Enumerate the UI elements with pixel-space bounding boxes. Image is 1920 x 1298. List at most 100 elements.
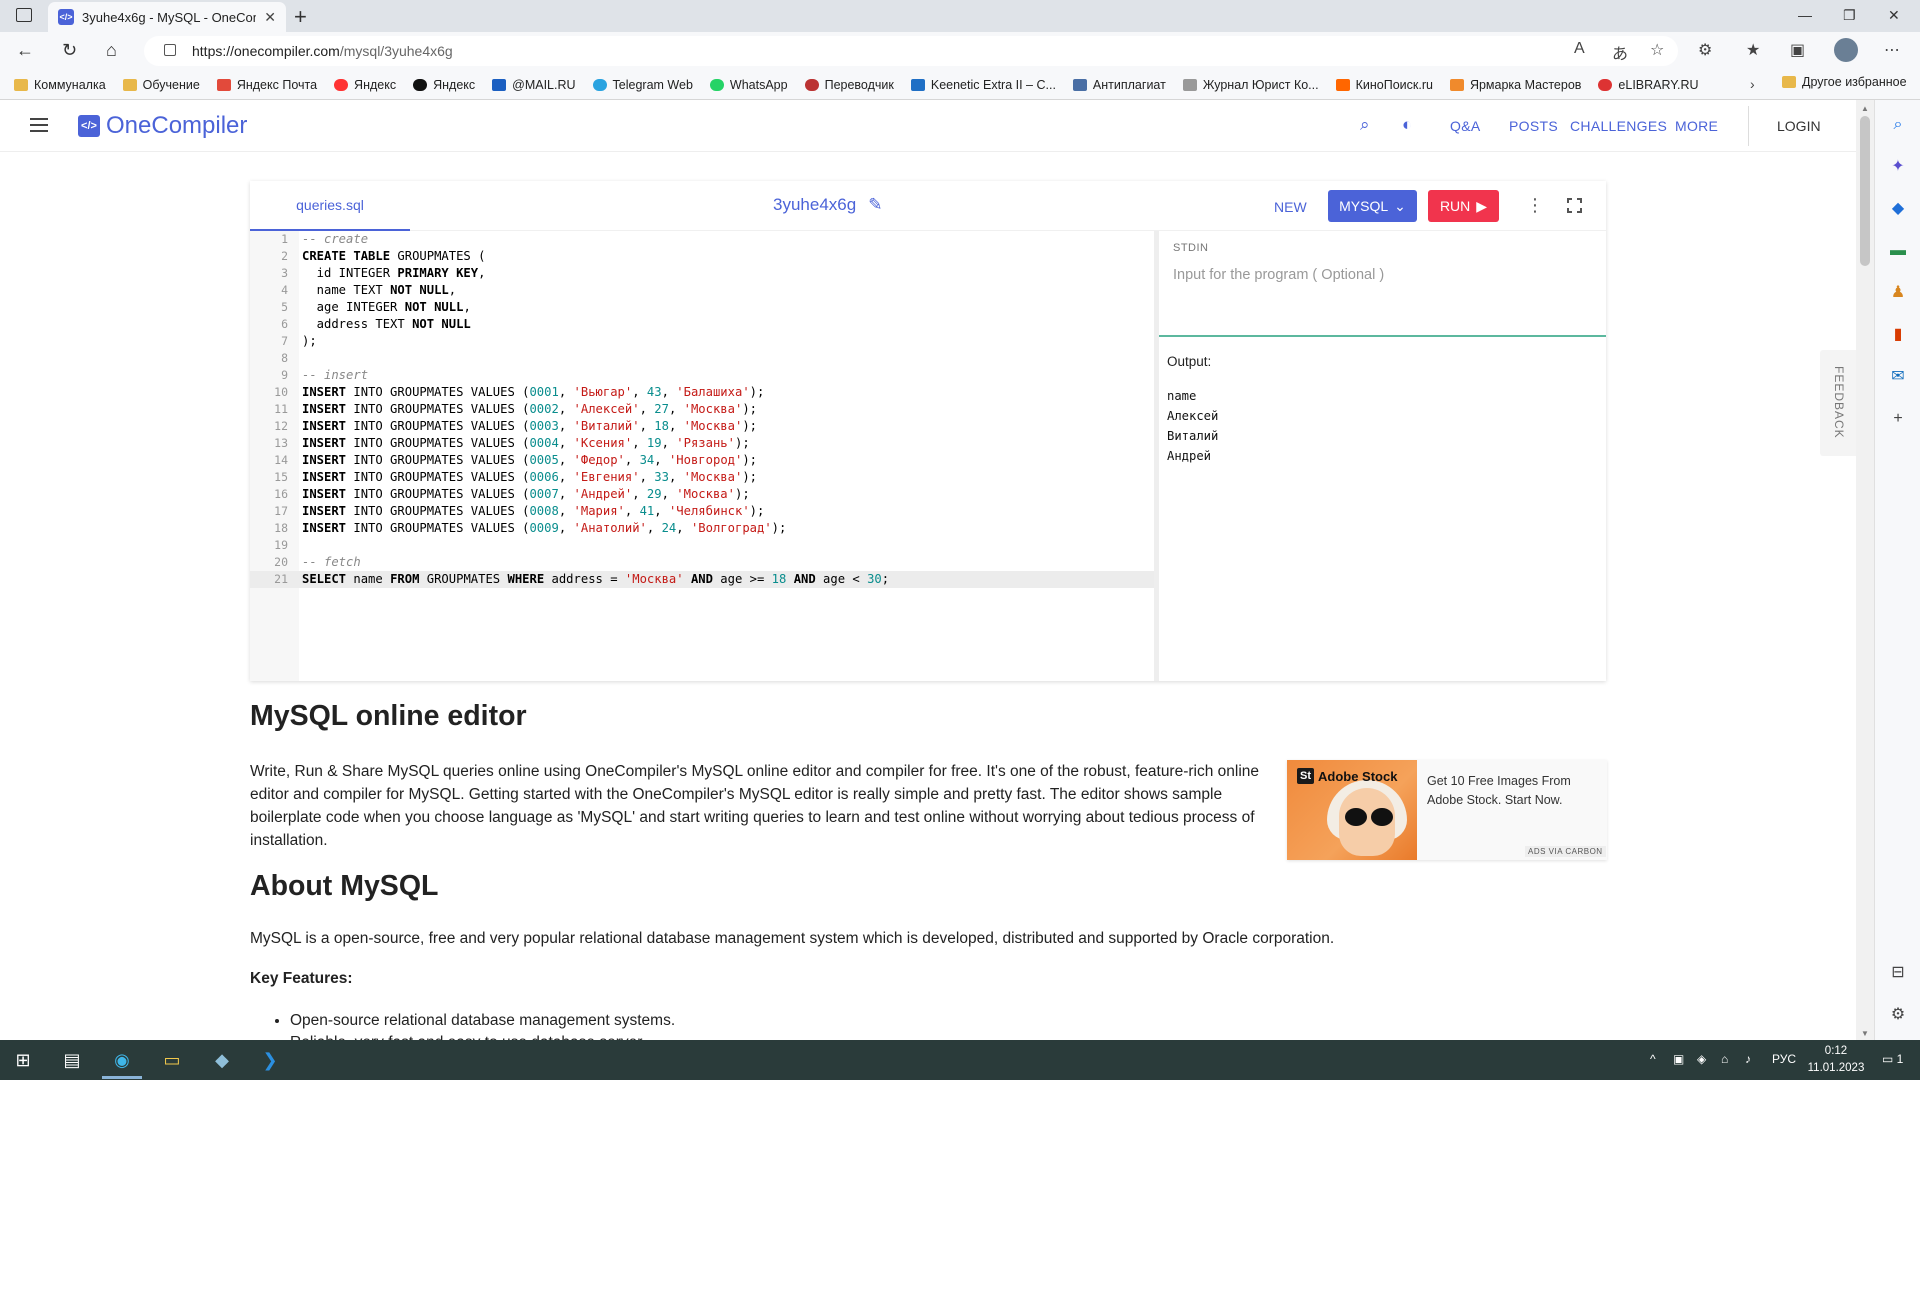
theme-toggle-icon[interactable]: ◐ <box>1402 115 1413 135</box>
outlook-icon[interactable]: ✉ <box>1889 368 1907 386</box>
code-line[interactable]: 3 id INTEGER PRIMARY KEY, <box>250 265 1154 282</box>
snippet-title[interactable]: 3yuhe4x6g ✎ <box>773 195 882 215</box>
code-line[interactable]: 15 INSERT INTO GROUPMATES VALUES (0006, '… <box>250 469 1154 486</box>
add-icon[interactable]: + <box>1889 410 1907 428</box>
menu-icon[interactable] <box>30 118 48 136</box>
search-icon[interactable]: ⌕ <box>1360 115 1370 135</box>
code-text[interactable]: INSERT INTO GROUPMATES VALUES (0001, 'Вь… <box>302 384 764 401</box>
extensions-icon[interactable]: ⚙ <box>1698 40 1712 60</box>
bookmark-item[interactable]: КиноПоиск.ru <box>1335 78 1433 92</box>
url-field[interactable]: https://onecompiler.com/mysql/3yuhe4x6g <box>144 36 1678 66</box>
minimize-icon[interactable]: — <box>1798 7 1812 23</box>
site-logo[interactable]: </> OneCompiler <box>78 112 247 140</box>
games-icon[interactable]: ♟ <box>1889 284 1907 302</box>
ad-text[interactable]: Get 10 Free Images From Adobe Stock. Sta… <box>1427 772 1597 810</box>
favorite-star-icon[interactable]: ☆ <box>1650 40 1664 60</box>
code-text[interactable]: INSERT INTO GROUPMATES VALUES (0009, 'Ан… <box>302 520 786 537</box>
restore-icon[interactable]: ❐ <box>1843 7 1856 24</box>
volume-icon[interactable]: ♪ <box>1745 1052 1751 1066</box>
code-line[interactable]: 20 -- fetch <box>250 554 1154 571</box>
profile-avatar-icon[interactable] <box>1834 38 1858 62</box>
edit-pencil-icon[interactable]: ✎ <box>868 195 882 215</box>
code-line[interactable]: 21 SELECT name FROM GROUPMATES WHERE addr… <box>250 571 1154 588</box>
close-window-icon[interactable]: ✕ <box>1888 7 1900 24</box>
nav-posts[interactable]: POSTS <box>1509 118 1558 134</box>
login-link[interactable]: LOGIN <box>1777 118 1821 134</box>
security-icon[interactable]: ◈ <box>1697 1052 1706 1066</box>
code-text[interactable]: INSERT INTO GROUPMATES VALUES (0005, 'Фе… <box>302 452 757 469</box>
code-text[interactable]: name TEXT NOT NULL, <box>302 282 456 299</box>
code-line[interactable]: 17 INSERT INTO GROUPMATES VALUES (0008, '… <box>250 503 1154 520</box>
code-line[interactable]: 2 CREATE TABLE GROUPMATES ( <box>250 248 1154 265</box>
stdin-input[interactable]: Input for the program ( Optional ) <box>1173 267 1384 283</box>
browser-tab-active[interactable]: </> 3yuhe4x6g - MySQL - OneCompiler ✕ <box>48 2 286 32</box>
code-line[interactable]: 4 name TEXT NOT NULL, <box>250 282 1154 299</box>
tab-close-icon[interactable]: ✕ <box>264 9 276 26</box>
code-editor[interactable]: 1 -- create 2 CREATE TABLE GROUPMATES (3 id… <box>250 231 1154 681</box>
scrollbar-thumb[interactable] <box>1860 116 1870 266</box>
bookmark-item[interactable]: Переводчик <box>804 78 894 92</box>
clock[interactable]: 0:12 11.01.2023 <box>1806 1043 1866 1077</box>
code-line[interactable]: 10 INSERT INTO GROUPMATES VALUES (0001, '… <box>250 384 1154 401</box>
collections-icon[interactable]: ▣ <box>1790 40 1805 60</box>
edge-icon[interactable]: ◉ <box>110 1048 134 1072</box>
vscode-icon[interactable]: ❯ <box>258 1048 282 1072</box>
bookmark-item[interactable]: Коммуналка <box>14 78 106 92</box>
file-tab[interactable]: queries.sql <box>250 181 410 231</box>
code-text[interactable]: INSERT INTO GROUPMATES VALUES (0006, 'Ев… <box>302 469 757 486</box>
code-text[interactable]: INSERT INTO GROUPMATES VALUES (0002, 'Ал… <box>302 401 757 418</box>
show-hidden-icons[interactable]: ^ <box>1650 1052 1656 1066</box>
code-text[interactable]: INSERT INTO GROUPMATES VALUES (0003, 'Ви… <box>302 418 757 435</box>
code-text[interactable]: CREATE TABLE GROUPMATES ( <box>302 248 485 265</box>
notification-icon[interactable]: ▭ 1 <box>1882 1052 1903 1066</box>
windows-start-icon[interactable]: ⊞ <box>11 1048 35 1072</box>
network-icon[interactable]: ▣ <box>1673 1052 1684 1066</box>
settings-more-icon[interactable]: ⋯ <box>1884 40 1900 60</box>
bookmark-item[interactable]: Антиплагиат <box>1072 78 1166 92</box>
code-text[interactable]: INSERT INTO GROUPMATES VALUES (0008, 'Ма… <box>302 503 764 520</box>
bookmark-item[interactable]: Яндекс <box>334 78 396 92</box>
other-bookmarks[interactable]: Другое избранное <box>1782 75 1907 89</box>
bookmark-item[interactable]: eLIBRARY.RU <box>1598 78 1699 92</box>
home-icon[interactable]: ⌂ <box>106 40 117 61</box>
code-line[interactable]: 5 age INTEGER NOT NULL, <box>250 299 1154 316</box>
bookmark-item[interactable]: Яндекс Почта <box>216 78 317 92</box>
language-select-button[interactable]: MYSQL ⌄ <box>1328 190 1417 222</box>
code-line[interactable]: 7); <box>250 333 1154 350</box>
code-line[interactable]: 11 INSERT INTO GROUPMATES VALUES (0002, '… <box>250 401 1154 418</box>
sidebar-settings-icon[interactable]: ⚙ <box>1889 1006 1907 1024</box>
code-text[interactable]: address TEXT NOT NULL <box>302 316 471 333</box>
scroll-up-icon[interactable]: ▲ <box>1861 104 1869 113</box>
file-explorer-icon[interactable]: ▭ <box>160 1048 184 1072</box>
bookmark-item[interactable]: Журнал Юрист Ко... <box>1182 78 1319 92</box>
tools-icon[interactable]: ▬ <box>1889 242 1907 260</box>
code-line[interactable]: 9 -- insert <box>250 367 1154 384</box>
code-text[interactable]: -- insert <box>302 367 368 384</box>
code-line[interactable]: 16 INSERT INTO GROUPMATES VALUES (0007, '… <box>250 486 1154 503</box>
code-line[interactable]: 18 INSERT INTO GROUPMATES VALUES (0009, '… <box>250 520 1154 537</box>
new-button[interactable]: NEW <box>1274 199 1307 215</box>
nav-qa[interactable]: Q&A <box>1450 118 1480 134</box>
app-icon[interactable]: ◆ <box>210 1048 234 1072</box>
wifi-icon[interactable]: ⌂ <box>1721 1052 1728 1066</box>
code-text[interactable]: INSERT INTO GROUPMATES VALUES (0007, 'Ан… <box>302 486 750 503</box>
read-aloud-icon[interactable]: A <box>1574 40 1585 58</box>
copilot-icon[interactable]: ✦ <box>1889 158 1907 176</box>
code-line[interactable]: 12 INSERT INTO GROUPMATES VALUES (0003, '… <box>250 418 1154 435</box>
hide-sidebar-icon[interactable]: ⊟ <box>1889 964 1907 982</box>
code-text[interactable]: -- create <box>302 231 368 248</box>
ad-image[interactable]: St Adobe Stock <box>1287 760 1417 860</box>
tab-actions-icon[interactable] <box>16 8 32 22</box>
code-line[interactable]: 13 INSERT INTO GROUPMATES VALUES (0004, '… <box>250 435 1154 452</box>
code-text[interactable]: -- fetch <box>302 554 361 571</box>
nav-more[interactable]: MORE <box>1675 118 1718 134</box>
code-text[interactable]: SELECT name FROM GROUPMATES WHERE addres… <box>302 571 889 588</box>
code-line[interactable]: 6 address TEXT NOT NULL <box>250 316 1154 333</box>
bookmark-item[interactable]: Keenetic Extra II – C... <box>910 78 1056 92</box>
pane-divider[interactable] <box>1154 231 1159 681</box>
bookmark-item[interactable]: Яндекс <box>413 78 475 92</box>
nav-challenges[interactable]: CHALLENGES <box>1570 118 1667 134</box>
new-tab-icon[interactable]: + <box>294 4 307 30</box>
favorites-icon[interactable]: ★ <box>1746 40 1760 60</box>
page-scrollbar[interactable]: ▲ ▼ <box>1856 100 1874 1040</box>
